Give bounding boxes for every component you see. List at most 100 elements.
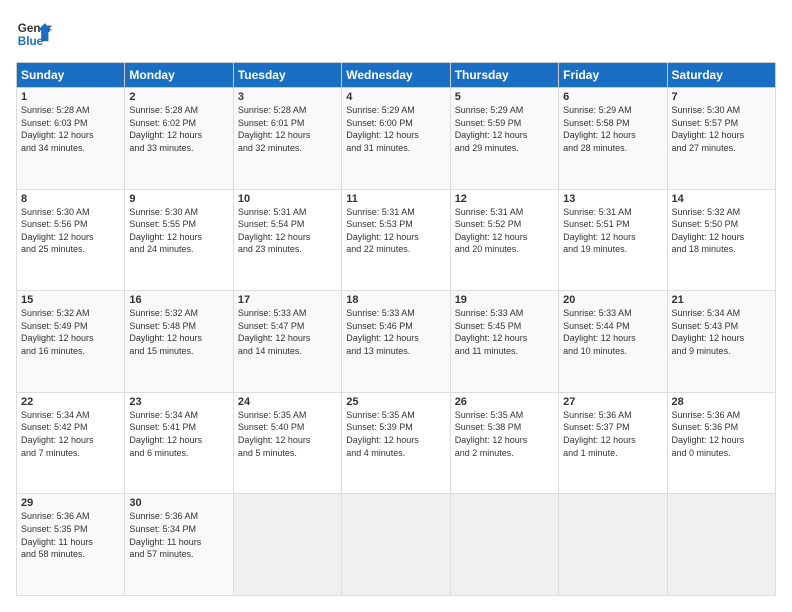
day-number: 2 — [129, 91, 228, 103]
day-number: 6 — [563, 91, 662, 103]
day-number: 19 — [455, 294, 554, 306]
day-info: Sunrise: 5:36 AM Sunset: 5:37 PM Dayligh… — [563, 409, 662, 459]
day-cell: 16Sunrise: 5:32 AM Sunset: 5:48 PM Dayli… — [125, 291, 233, 393]
week-row-2: 8Sunrise: 5:30 AM Sunset: 5:56 PM Daylig… — [17, 189, 776, 291]
day-number: 8 — [21, 193, 120, 205]
day-number: 28 — [672, 396, 771, 408]
day-info: Sunrise: 5:30 AM Sunset: 5:57 PM Dayligh… — [672, 104, 771, 154]
day-number: 12 — [455, 193, 554, 205]
day-info: Sunrise: 5:31 AM Sunset: 5:54 PM Dayligh… — [238, 206, 337, 256]
day-cell: 9Sunrise: 5:30 AM Sunset: 5:55 PM Daylig… — [125, 189, 233, 291]
day-number: 18 — [346, 294, 445, 306]
day-info: Sunrise: 5:35 AM Sunset: 5:38 PM Dayligh… — [455, 409, 554, 459]
day-cell: 28Sunrise: 5:36 AM Sunset: 5:36 PM Dayli… — [667, 392, 775, 494]
day-info: Sunrise: 5:30 AM Sunset: 5:56 PM Dayligh… — [21, 206, 120, 256]
day-info: Sunrise: 5:34 AM Sunset: 5:42 PM Dayligh… — [21, 409, 120, 459]
day-cell: 12Sunrise: 5:31 AM Sunset: 5:52 PM Dayli… — [450, 189, 558, 291]
day-cell: 1Sunrise: 5:28 AM Sunset: 6:03 PM Daylig… — [17, 88, 125, 190]
day-cell: 25Sunrise: 5:35 AM Sunset: 5:39 PM Dayli… — [342, 392, 450, 494]
day-cell: 4Sunrise: 5:29 AM Sunset: 6:00 PM Daylig… — [342, 88, 450, 190]
logo: General Blue — [16, 16, 52, 52]
day-number: 30 — [129, 497, 228, 509]
day-number: 29 — [21, 497, 120, 509]
day-number: 22 — [21, 396, 120, 408]
day-cell: 23Sunrise: 5:34 AM Sunset: 5:41 PM Dayli… — [125, 392, 233, 494]
logo-icon: General Blue — [16, 16, 52, 52]
day-cell: 5Sunrise: 5:29 AM Sunset: 5:59 PM Daylig… — [450, 88, 558, 190]
day-cell — [233, 494, 341, 596]
day-cell: 6Sunrise: 5:29 AM Sunset: 5:58 PM Daylig… — [559, 88, 667, 190]
header: General Blue — [16, 16, 776, 52]
day-info: Sunrise: 5:33 AM Sunset: 5:47 PM Dayligh… — [238, 307, 337, 357]
day-cell: 8Sunrise: 5:30 AM Sunset: 5:56 PM Daylig… — [17, 189, 125, 291]
day-cell: 24Sunrise: 5:35 AM Sunset: 5:40 PM Dayli… — [233, 392, 341, 494]
day-info: Sunrise: 5:36 AM Sunset: 5:35 PM Dayligh… — [21, 510, 120, 560]
day-cell: 7Sunrise: 5:30 AM Sunset: 5:57 PM Daylig… — [667, 88, 775, 190]
week-row-1: 1Sunrise: 5:28 AM Sunset: 6:03 PM Daylig… — [17, 88, 776, 190]
day-number: 5 — [455, 91, 554, 103]
day-number: 14 — [672, 193, 771, 205]
day-info: Sunrise: 5:35 AM Sunset: 5:39 PM Dayligh… — [346, 409, 445, 459]
weekday-header-sunday: Sunday — [17, 63, 125, 88]
weekday-header-friday: Friday — [559, 63, 667, 88]
day-info: Sunrise: 5:33 AM Sunset: 5:45 PM Dayligh… — [455, 307, 554, 357]
day-cell: 29Sunrise: 5:36 AM Sunset: 5:35 PM Dayli… — [17, 494, 125, 596]
day-number: 13 — [563, 193, 662, 205]
day-number: 1 — [21, 91, 120, 103]
day-number: 9 — [129, 193, 228, 205]
week-row-3: 15Sunrise: 5:32 AM Sunset: 5:49 PM Dayli… — [17, 291, 776, 393]
day-info: Sunrise: 5:36 AM Sunset: 5:34 PM Dayligh… — [129, 510, 228, 560]
day-info: Sunrise: 5:34 AM Sunset: 5:43 PM Dayligh… — [672, 307, 771, 357]
day-number: 16 — [129, 294, 228, 306]
day-cell: 17Sunrise: 5:33 AM Sunset: 5:47 PM Dayli… — [233, 291, 341, 393]
day-cell: 15Sunrise: 5:32 AM Sunset: 5:49 PM Dayli… — [17, 291, 125, 393]
day-cell: 19Sunrise: 5:33 AM Sunset: 5:45 PM Dayli… — [450, 291, 558, 393]
weekday-header-wednesday: Wednesday — [342, 63, 450, 88]
day-cell: 22Sunrise: 5:34 AM Sunset: 5:42 PM Dayli… — [17, 392, 125, 494]
day-number: 3 — [238, 91, 337, 103]
day-info: Sunrise: 5:33 AM Sunset: 5:46 PM Dayligh… — [346, 307, 445, 357]
day-info: Sunrise: 5:29 AM Sunset: 5:59 PM Dayligh… — [455, 104, 554, 154]
day-number: 26 — [455, 396, 554, 408]
day-cell: 21Sunrise: 5:34 AM Sunset: 5:43 PM Dayli… — [667, 291, 775, 393]
day-info: Sunrise: 5:35 AM Sunset: 5:40 PM Dayligh… — [238, 409, 337, 459]
day-cell: 30Sunrise: 5:36 AM Sunset: 5:34 PM Dayli… — [125, 494, 233, 596]
day-cell: 11Sunrise: 5:31 AM Sunset: 5:53 PM Dayli… — [342, 189, 450, 291]
day-info: Sunrise: 5:29 AM Sunset: 5:58 PM Dayligh… — [563, 104, 662, 154]
page: General Blue SundayMondayTuesdayWednesda… — [0, 0, 792, 612]
day-number: 10 — [238, 193, 337, 205]
svg-text:Blue: Blue — [18, 35, 44, 48]
day-info: Sunrise: 5:36 AM Sunset: 5:36 PM Dayligh… — [672, 409, 771, 459]
weekday-header-saturday: Saturday — [667, 63, 775, 88]
day-cell — [667, 494, 775, 596]
day-cell: 2Sunrise: 5:28 AM Sunset: 6:02 PM Daylig… — [125, 88, 233, 190]
day-cell: 20Sunrise: 5:33 AM Sunset: 5:44 PM Dayli… — [559, 291, 667, 393]
day-cell — [559, 494, 667, 596]
day-cell: 13Sunrise: 5:31 AM Sunset: 5:51 PM Dayli… — [559, 189, 667, 291]
weekday-header-thursday: Thursday — [450, 63, 558, 88]
day-cell: 18Sunrise: 5:33 AM Sunset: 5:46 PM Dayli… — [342, 291, 450, 393]
day-number: 4 — [346, 91, 445, 103]
day-info: Sunrise: 5:34 AM Sunset: 5:41 PM Dayligh… — [129, 409, 228, 459]
day-cell — [450, 494, 558, 596]
day-info: Sunrise: 5:28 AM Sunset: 6:02 PM Dayligh… — [129, 104, 228, 154]
day-number: 27 — [563, 396, 662, 408]
weekday-header-row: SundayMondayTuesdayWednesdayThursdayFrid… — [17, 63, 776, 88]
day-number: 11 — [346, 193, 445, 205]
week-row-5: 29Sunrise: 5:36 AM Sunset: 5:35 PM Dayli… — [17, 494, 776, 596]
weekday-header-monday: Monday — [125, 63, 233, 88]
day-info: Sunrise: 5:28 AM Sunset: 6:01 PM Dayligh… — [238, 104, 337, 154]
day-number: 15 — [21, 294, 120, 306]
day-info: Sunrise: 5:31 AM Sunset: 5:51 PM Dayligh… — [563, 206, 662, 256]
day-info: Sunrise: 5:32 AM Sunset: 5:48 PM Dayligh… — [129, 307, 228, 357]
day-number: 24 — [238, 396, 337, 408]
day-info: Sunrise: 5:31 AM Sunset: 5:53 PM Dayligh… — [346, 206, 445, 256]
day-number: 23 — [129, 396, 228, 408]
calendar: SundayMondayTuesdayWednesdayThursdayFrid… — [16, 62, 776, 596]
day-cell: 26Sunrise: 5:35 AM Sunset: 5:38 PM Dayli… — [450, 392, 558, 494]
day-number: 17 — [238, 294, 337, 306]
week-row-4: 22Sunrise: 5:34 AM Sunset: 5:42 PM Dayli… — [17, 392, 776, 494]
day-info: Sunrise: 5:31 AM Sunset: 5:52 PM Dayligh… — [455, 206, 554, 256]
day-cell: 27Sunrise: 5:36 AM Sunset: 5:37 PM Dayli… — [559, 392, 667, 494]
day-cell: 14Sunrise: 5:32 AM Sunset: 5:50 PM Dayli… — [667, 189, 775, 291]
